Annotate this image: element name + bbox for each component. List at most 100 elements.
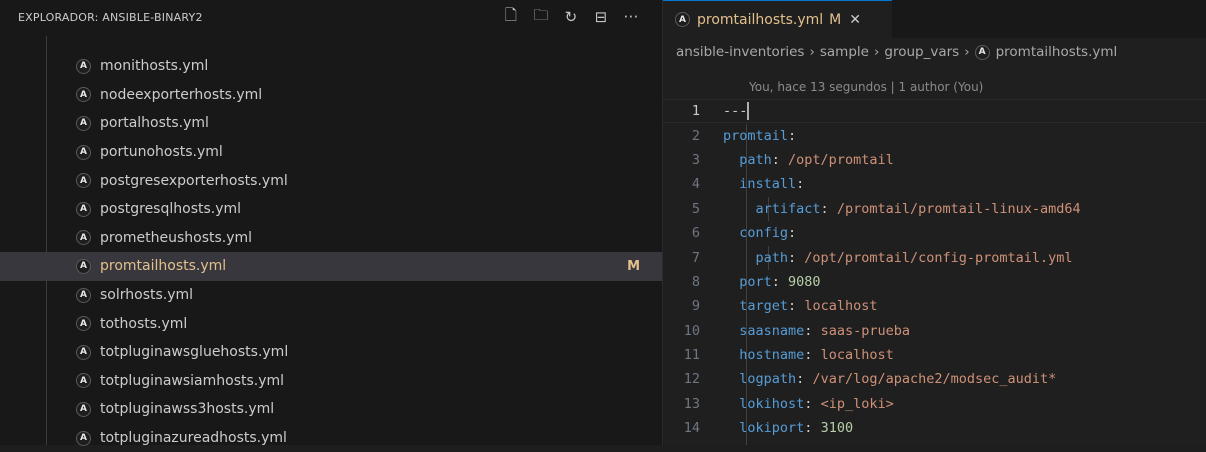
breadcrumb-item[interactable]: group_vars: [884, 44, 959, 60]
file-tree-item[interactable]: Apostgresexporterhosts.yml: [0, 166, 662, 195]
code-text: target: localhost: [723, 298, 877, 314]
file-name: tothosts.yml: [100, 315, 188, 332]
file-name: totpluginawsiamhosts.yml: [100, 372, 285, 389]
yaml-key: artifact: [755, 200, 821, 217]
ansible-file-icon: A: [76, 201, 91, 217]
breadcrumb-item[interactable]: promtailhosts.yml: [996, 44, 1118, 60]
ansible-file-icon: A: [76, 316, 91, 332]
yaml-key: lokihost: [739, 395, 805, 412]
yaml-value: /opt/promtail: [788, 151, 894, 168]
yaml-punctuation: :: [788, 225, 797, 242]
refresh-icon[interactable]: ↻: [562, 8, 580, 26]
ansible-file-icon: A: [76, 173, 91, 189]
ansible-file-icon: A: [76, 287, 91, 303]
file-tree-item[interactable]: Apostgresqlhosts.yml: [0, 195, 662, 224]
file-name: prometheushosts.yml: [100, 229, 253, 246]
file-tree-item[interactable]: Atotpluginazureadhosts.yml: [0, 424, 662, 452]
file-tree-item[interactable]: Atotpluginawsgluehosts.yml: [0, 338, 662, 367]
yaml-punctuation: :: [820, 200, 837, 217]
code-line: 10 saasname: saas-prueba: [663, 319, 1206, 343]
new-folder-icon[interactable]: 🗀: [532, 6, 550, 26]
file-name: promtailhosts.yml: [100, 258, 227, 275]
code-text: install:: [723, 176, 804, 192]
chevron-right-icon: ›: [964, 44, 970, 60]
yaml-punctuation: :: [771, 273, 789, 290]
explorer-actions: 🗋 🗀 ↻ ⊟ ···: [502, 0, 640, 34]
editor-panel: A promtailhosts.yml M ✕ ansible-inventor…: [663, 0, 1206, 445]
tab-promtailhosts[interactable]: A promtailhosts.yml M ✕: [663, 0, 892, 38]
file-name: portalhosts.yml: [100, 115, 209, 132]
line-number: 14: [683, 420, 700, 437]
file-tree-item[interactable]: Atothosts.yml: [0, 309, 662, 338]
line-number: 1: [691, 103, 700, 120]
code-line: 1 ---: [663, 99, 1206, 124]
yaml-punctuation: :: [788, 298, 805, 315]
file-tree-item[interactable]: Apromtailhosts.yml M: [0, 252, 662, 281]
yaml-punctuation: :: [804, 322, 821, 339]
ansible-file-icon: A: [76, 144, 91, 160]
file-tree-item[interactable]: Atotpluginawsiamhosts.yml: [0, 367, 662, 396]
collapse-all-icon[interactable]: ⊟: [592, 8, 610, 26]
yaml-key: install: [739, 176, 797, 193]
file-tree-item[interactable]: Anodeexporterhosts.yml: [0, 81, 662, 110]
yaml-value: localhost: [820, 347, 894, 364]
file-tree-item[interactable]: Aprometheushosts.yml: [0, 224, 662, 253]
yaml-key: hostname: [739, 347, 805, 364]
yaml-punctuation: :: [771, 151, 789, 168]
line-number: 11: [683, 347, 700, 364]
line-number: 10: [683, 322, 700, 339]
ansible-file-icon: A: [76, 344, 91, 360]
line-number: 5: [691, 200, 700, 217]
ansible-file-icon: A: [76, 258, 91, 274]
yaml-punctuation: :: [804, 395, 821, 412]
code-text: logpath: /var/log/apache2/modsec_audit*: [723, 371, 1056, 387]
yaml-value: /promtail/promtail-linux-amd64: [836, 200, 1081, 217]
breadcrumb-item[interactable]: ansible-inventories: [676, 44, 804, 60]
text-cursor: [747, 102, 750, 121]
ansible-file-icon: A: [76, 430, 91, 446]
new-file-icon[interactable]: 🗋: [502, 6, 520, 26]
code-text: path: /opt/promtail/config-promtail.yml: [723, 250, 1073, 266]
code-text: path: /opt/promtail: [723, 151, 894, 168]
yaml-key: target: [739, 298, 789, 315]
file-tree-item[interactable]: Asolrhosts.yml: [0, 281, 662, 310]
file-name: monithosts.yml: [100, 58, 209, 75]
file-name: postgresexporterhosts.yml: [100, 172, 288, 189]
file-tree-item[interactable]: Aportunohosts.yml: [0, 138, 662, 167]
file-name: solrhosts.yml: [100, 287, 194, 304]
close-icon[interactable]: ✕: [849, 12, 861, 28]
blame-annotation[interactable]: You, hace 13 segundos | 1 author (You): [749, 80, 983, 94]
file-list: Amonithosts.yml Anodeexporterhosts.yml Apo…: [0, 52, 662, 452]
yaml-punctuation: :: [804, 420, 821, 437]
yaml-key: path: [755, 249, 789, 266]
code-text: hostname: localhost: [723, 347, 894, 364]
line-number: 9: [691, 298, 700, 315]
breadcrumb-item[interactable]: sample: [820, 44, 869, 60]
more-actions-icon[interactable]: ···: [622, 8, 640, 26]
code-line: 14 lokiport: 3100: [663, 416, 1206, 440]
yaml-value: /var/log/apache2/modsec_audit*: [812, 371, 1057, 388]
file-tree-item[interactable]: Aportalhosts.yml: [0, 109, 662, 138]
code-line: 8 port: 9080: [663, 270, 1206, 294]
explorer-title: EXPLORADOR: ANSIBLE-BINARY2: [18, 10, 203, 24]
code-editor[interactable]: 1 --- 2 promtail: 3 path: /opt/promtail 4 ins…: [663, 99, 1206, 440]
code-line: 3 path: /opt/promtail: [663, 148, 1206, 172]
yaml-key: lokiport: [739, 420, 805, 437]
file-tree-item[interactable]: Amonithosts.yml: [0, 52, 662, 81]
code-line: 4 install:: [663, 172, 1206, 196]
code-text: saasname: saas-prueba: [723, 323, 910, 339]
ansible-file-icon: A: [76, 58, 91, 74]
code-text: artifact: /promtail/promtail-linux-amd64: [723, 201, 1081, 217]
file-tree-item[interactable]: Atotpluginawss3hosts.yml: [0, 395, 662, 424]
file-name: portunohosts.yml: [100, 144, 223, 161]
tab-label: promtailhosts.yml: [697, 11, 824, 28]
explorer-header: EXPLORADOR: ANSIBLE-BINARY2 🗋 🗀 ↻ ⊟ ···: [0, 0, 662, 34]
